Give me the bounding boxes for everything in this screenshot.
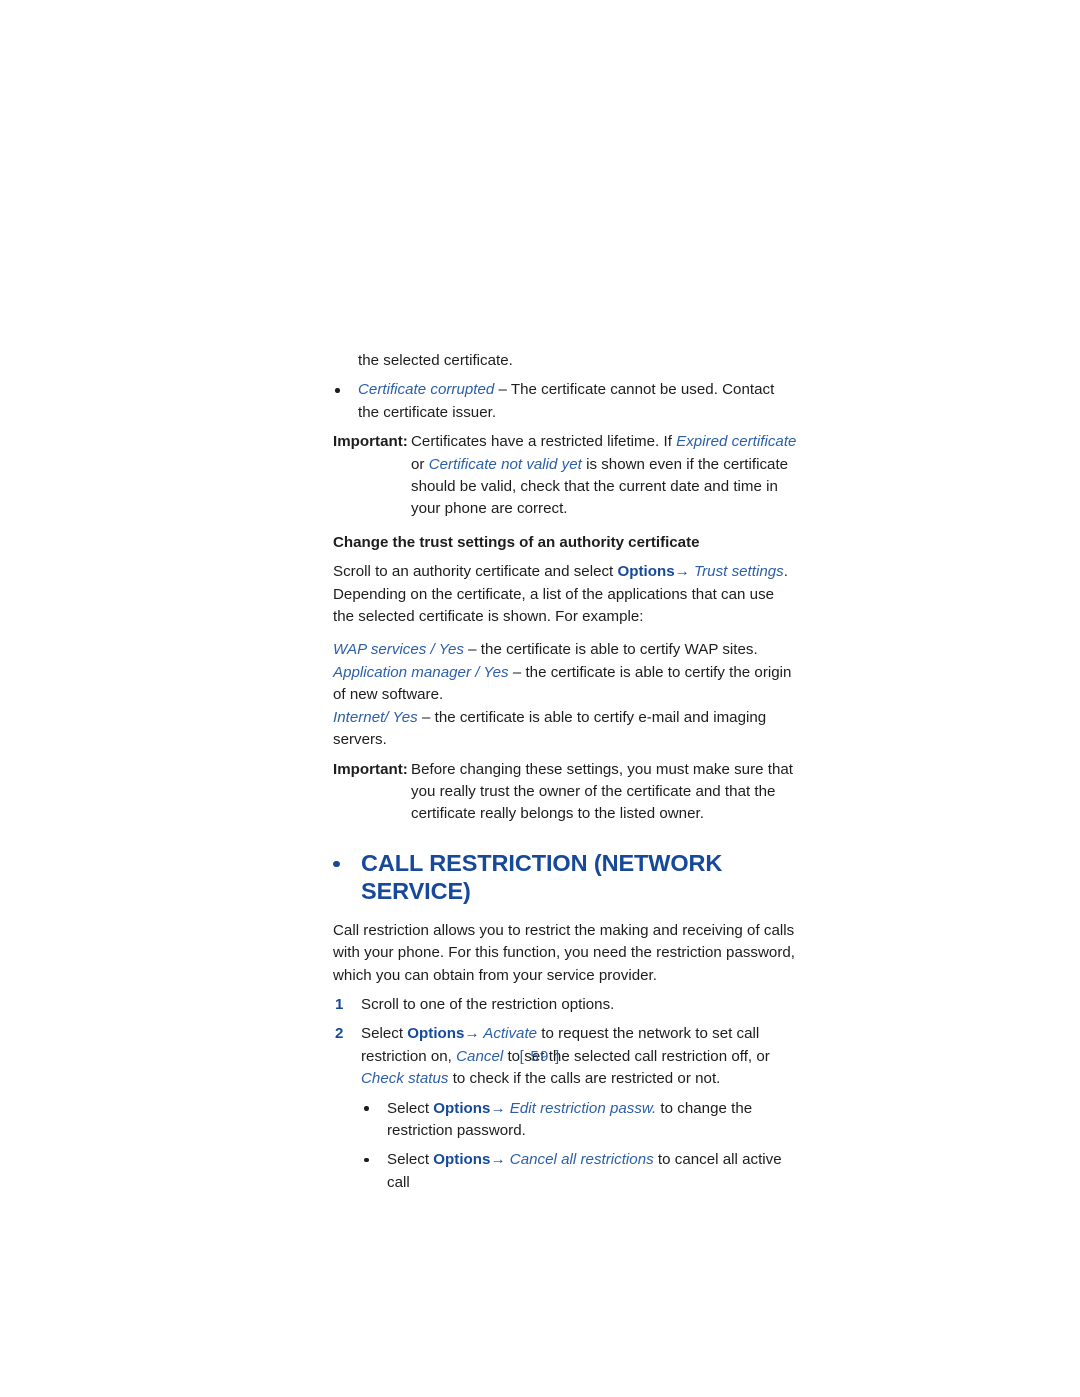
arrow-icon: → — [464, 1025, 480, 1043]
term-certificate-not-valid-yet: Certificate not valid yet — [428, 455, 582, 473]
separator-slash: / — [384, 708, 393, 726]
list-item-cancel-all-restrictions: Select Options→ Cancel all restrictions … — [333, 1149, 799, 1194]
paragraph-call-restriction-intro: Call restriction allows you to restrict … — [333, 921, 796, 984]
subheading-change-trust-settings: Change the trust settings of an authorit… — [333, 533, 700, 551]
list-item-edit-restriction-password: Select Options→ Edit restriction passw. … — [333, 1098, 799, 1143]
menu-options-label: Options — [433, 1151, 491, 1169]
subbullet-text-part1: Select — [387, 1151, 434, 1169]
important-note-lifetime: Important: Certificates have a restricte… — [333, 431, 799, 521]
step-item-1: 1 Scroll to one of the restriction optio… — [333, 994, 799, 1016]
menu-trust-settings-label: Trust settings — [689, 563, 784, 581]
arrow-icon: → — [490, 1099, 506, 1117]
menu-options-label: Options — [433, 1099, 491, 1117]
step-text-part1: Select — [361, 1025, 408, 1043]
important-text-part2: or — [411, 455, 429, 473]
important-label: Important: — [333, 760, 408, 778]
menu-options-label: Options — [407, 1025, 465, 1043]
term-wap-services: WAP services — [333, 641, 427, 659]
heading-bullet-icon — [333, 860, 340, 868]
arrow-icon: → — [674, 563, 690, 581]
step-text: Scroll to one of the restriction options… — [361, 995, 615, 1013]
important-label: Important: — [333, 433, 408, 451]
step-number: 2 — [335, 1025, 344, 1043]
subbullet-text-part1: Select — [387, 1099, 434, 1117]
document-text-column: the selected certificate. Certificate co… — [333, 350, 799, 1194]
term-yes: Yes — [483, 663, 509, 681]
page-title-text: CALL RESTRICTION (NETWORK SERVICE) — [361, 849, 723, 904]
bullet-icon — [335, 387, 340, 393]
example-application-manager: Application manager / Yes – the certific… — [333, 662, 799, 707]
important-note-trust-owner: Important: Before changing these setting… — [333, 759, 799, 826]
term-yes: Yes — [392, 708, 418, 726]
example-internet: Internet/ Yes – the certificate is able … — [333, 707, 799, 752]
step-number: 1 — [335, 995, 344, 1013]
example-wap-services: WAP services / Yes – the certificate is … — [333, 639, 799, 661]
step-text-part4: to check if the calls are restricted or … — [448, 1070, 721, 1088]
paragraph-scroll-authority-certificate: Scroll to an authority certificate and s… — [333, 561, 799, 628]
important-text: Before changing these settings, you must… — [411, 760, 794, 823]
menu-activate-label: Activate — [479, 1025, 538, 1043]
term-yes: Yes — [438, 641, 464, 659]
term-internet: Internet — [333, 708, 385, 726]
list-item-certificate-corrupted: Certificate corrupted – The certificate … — [333, 379, 799, 424]
bullet-icon — [364, 1157, 369, 1163]
separator-slash: / — [426, 641, 439, 659]
menu-options-label: Options — [617, 563, 675, 581]
page-number: [ 59 ] — [519, 1048, 561, 1065]
term-expired-certificate: Expired certificate — [676, 433, 797, 451]
menu-edit-restriction-passw-label: Edit restriction passw. — [505, 1099, 657, 1117]
term-application-manager: Application manager — [333, 663, 471, 681]
continuation-paragraph: the selected certificate. — [358, 350, 799, 372]
term-certificate-corrupted: Certificate corrupted — [358, 381, 495, 399]
bullet-icon — [364, 1106, 369, 1111]
page-title: CALL RESTRICTION (NETWORK SERVICE) — [333, 849, 799, 905]
separator-slash: / — [471, 663, 484, 681]
text-part1: Scroll to an authority certificate and s… — [333, 563, 618, 581]
example-wap-text: – the certificate is able to certify WAP… — [463, 641, 758, 659]
menu-check-status-label: Check status — [361, 1070, 449, 1088]
arrow-icon: → — [490, 1151, 506, 1169]
menu-cancel-all-restrictions-label: Cancel all restrictions — [505, 1151, 654, 1169]
continuation-text: the selected certificate. — [358, 352, 513, 369]
important-text-part1: Certificates have a restricted lifetime.… — [411, 433, 677, 451]
